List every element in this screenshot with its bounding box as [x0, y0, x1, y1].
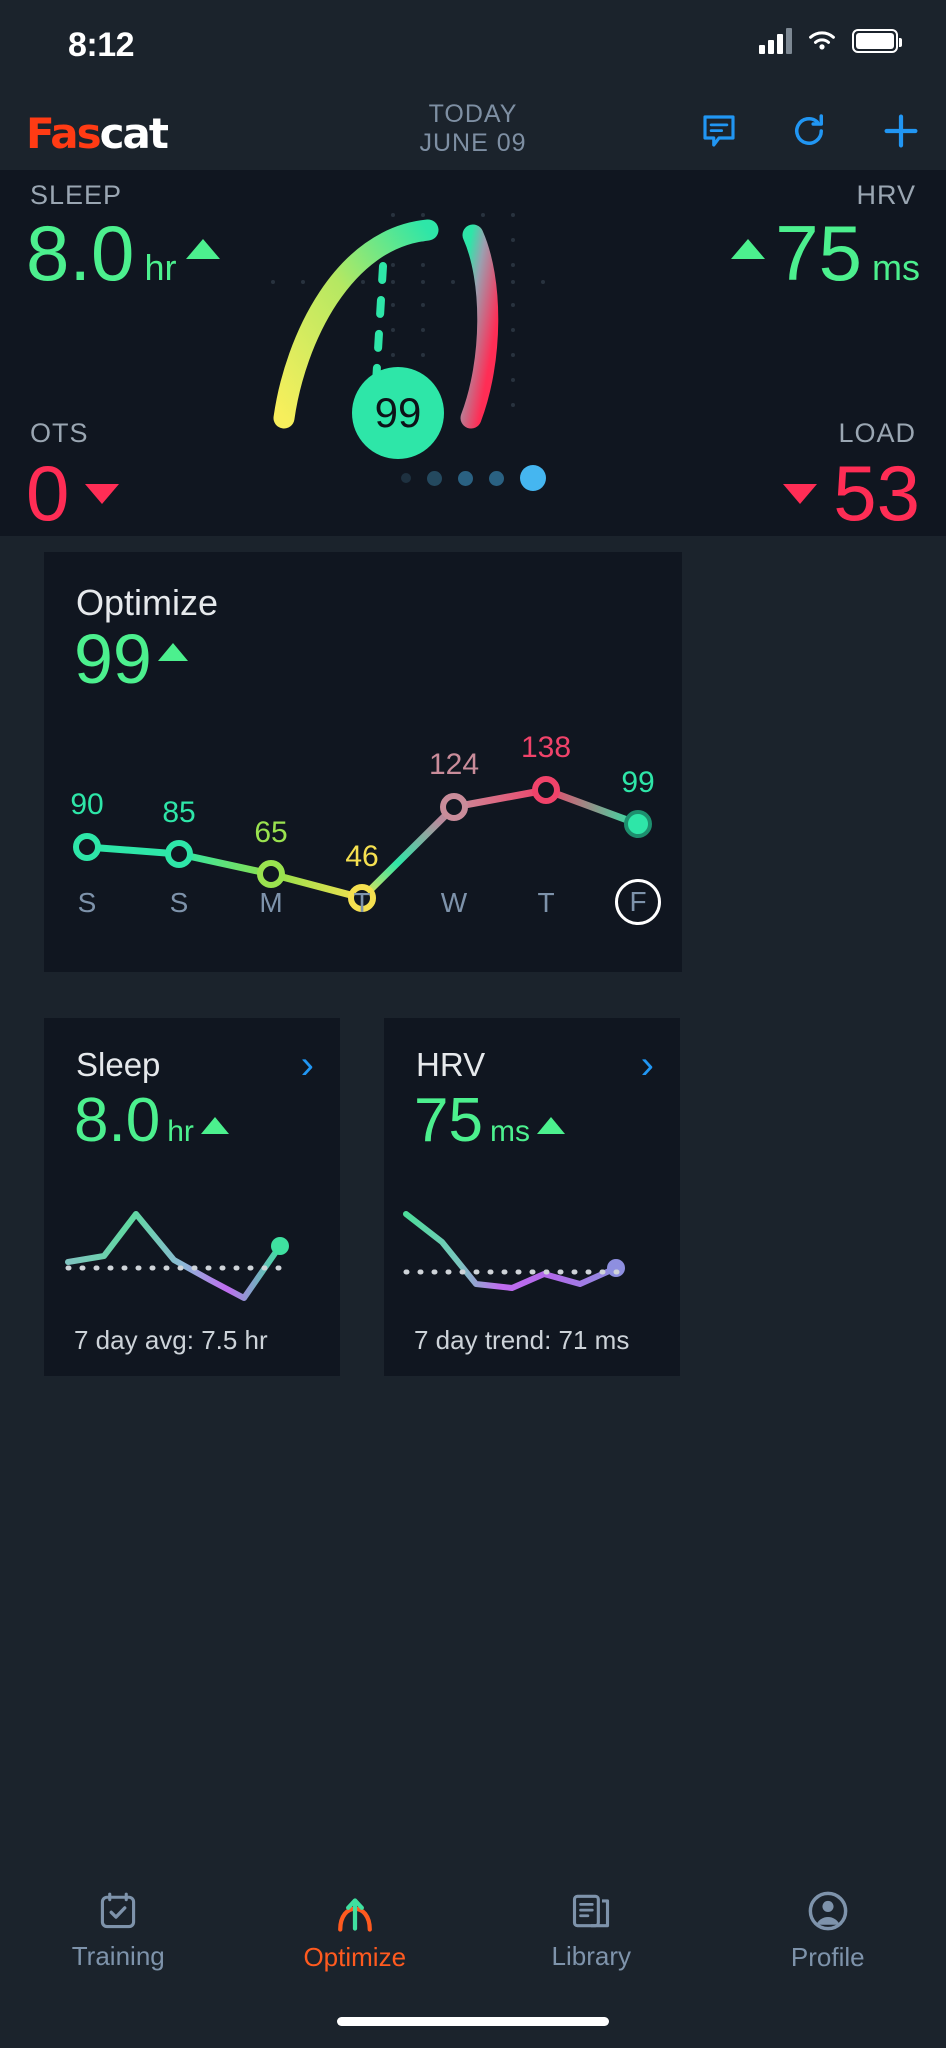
tab-label-profile: Profile — [790, 1942, 865, 1972]
axis-label-day: S — [77, 887, 97, 918]
app-header: Fascat TODAY JUNE 09 — [0, 92, 946, 170]
hero-value-sleep: 8.0 hr — [26, 208, 221, 299]
hero-label-load: LOAD — [838, 418, 916, 448]
hero-load-number: 53 — [833, 449, 920, 536]
svg-text:138: 138 — [521, 731, 571, 764]
hero-summary-panel[interactable]: 99 SLEEP 8.0 hr HRV 75 ms OTS 0 LOAD 53 — [0, 170, 946, 536]
header-actions — [698, 108, 924, 154]
hrv-card[interactable]: HRV › 75 ms 7 day trend: 71 ms — [384, 1018, 680, 1376]
tab-label-optimize: Optimize — [303, 1942, 407, 1972]
optimize-card[interactable]: Optimize 99 90 85 65 46 124 138 99 S S M… — [44, 552, 682, 972]
axis-label-day: M — [259, 887, 283, 918]
svg-text:124: 124 — [429, 748, 479, 781]
hero-hrv-number: 75 — [775, 209, 862, 297]
hrv-sparkline — [403, 1211, 625, 1291]
svg-text:65: 65 — [254, 816, 287, 849]
app-screen: 8:12 Fascat TODAY JUNE 09 99 SLEEP 8.0 h… — [0, 0, 946, 2048]
hero-hrv-unit: ms — [872, 247, 920, 288]
svg-text:99: 99 — [621, 766, 654, 799]
svg-text:90: 90 — [70, 788, 103, 821]
axis-label-day: S — [169, 887, 189, 918]
hero-arc-graphic — [271, 213, 545, 429]
page-dot[interactable] — [457, 470, 473, 486]
page-dot[interactable] — [426, 470, 442, 486]
arch-arrow-icon — [337, 1898, 372, 1932]
sleep-card-header: Sleep › — [76, 1045, 314, 1085]
page-dot-active[interactable] — [519, 465, 546, 491]
status-bar: 8:12 — [0, 0, 946, 92]
optimize-card-score: 99 — [74, 624, 188, 694]
tab-label-library: Library — [551, 1941, 631, 1971]
hero-sleep-number: 8.0 — [26, 209, 135, 297]
trend-up-icon — [200, 1116, 229, 1134]
chart-day-axis: S S M T W T F — [44, 879, 682, 927]
hrv-value-number: 75 — [414, 1086, 483, 1155]
sleep-card-value: 8.0 hr — [74, 1090, 229, 1152]
hero-label-ots: OTS — [30, 418, 89, 448]
hrv-card-header: HRV › — [416, 1045, 654, 1085]
trend-up-icon — [536, 1116, 565, 1134]
hero-score-bubble: 99 — [352, 367, 444, 459]
tab-optimize[interactable]: Optimize — [237, 1873, 474, 1988]
page-dot[interactable] — [488, 470, 504, 486]
axis-label-day: W — [440, 887, 468, 918]
sleep-card[interactable]: Sleep › 8.0 hr 7 day avg: 7.5 hr — [44, 1018, 340, 1376]
sleep-value-unit: hr — [167, 1115, 194, 1148]
hero-label-hrv: HRV — [856, 180, 916, 210]
chevron-right-icon[interactable]: › — [301, 1045, 314, 1085]
comment-icon[interactable] — [698, 110, 740, 152]
hero-label-sleep: SLEEP — [30, 180, 123, 210]
home-indicator — [337, 2017, 609, 2026]
chevron-right-icon[interactable]: › — [641, 1045, 654, 1085]
cellular-signal-icon — [759, 28, 792, 54]
refresh-icon[interactable] — [788, 110, 830, 152]
person-circle-icon — [808, 1891, 848, 1931]
tab-label-training: Training — [71, 1941, 165, 1971]
axis-label-day: T — [537, 887, 555, 918]
hrv-card-value: 75 ms — [414, 1090, 565, 1152]
bottom-tab-bar: Training Optimize Library Profile — [0, 1873, 946, 1988]
plus-icon[interactable] — [878, 108, 924, 154]
axis-label-today-badge: F — [615, 879, 661, 925]
calendar-check-icon — [101, 1892, 136, 1929]
hero-sleep-unit: hr — [144, 247, 177, 288]
optimize-score-value: 99 — [74, 620, 152, 698]
status-time: 8:12 — [68, 26, 135, 64]
trend-up-icon — [157, 643, 188, 661]
page-dot[interactable] — [400, 473, 411, 483]
tab-training[interactable]: Training — [0, 1873, 237, 1988]
trend-up-icon — [731, 238, 766, 259]
hrv-card-title: HRV — [416, 1046, 486, 1083]
tab-library[interactable]: Library — [473, 1873, 710, 1988]
wifi-icon — [809, 31, 835, 50]
sleep-value-number: 8.0 — [74, 1086, 161, 1155]
optimize-card-title: Optimize — [76, 582, 219, 623]
sleep-sparkline — [65, 1211, 289, 1301]
carousel-page-dots[interactable] — [0, 465, 946, 491]
hrv-card-footer: 7 day trend: 71 ms — [414, 1325, 630, 1355]
hrv-value-unit: ms — [489, 1115, 530, 1148]
books-icon — [573, 1894, 610, 1928]
hero-value-ots: 0 — [26, 448, 120, 536]
axis-label-day: T — [353, 887, 371, 918]
svg-text:85: 85 — [162, 796, 195, 829]
tab-profile[interactable]: Profile — [710, 1873, 946, 1988]
svg-text:46: 46 — [345, 840, 378, 873]
sleep-card-footer: 7 day avg: 7.5 hr — [74, 1325, 268, 1355]
hero-ots-number: 0 — [26, 449, 70, 536]
battery-icon — [852, 29, 902, 53]
sleep-card-title: Sleep — [76, 1046, 161, 1083]
hero-value-hrv: 75 ms — [731, 208, 920, 299]
trend-up-icon — [186, 238, 221, 259]
hero-value-load: 53 — [783, 448, 920, 536]
status-icons — [759, 28, 902, 54]
